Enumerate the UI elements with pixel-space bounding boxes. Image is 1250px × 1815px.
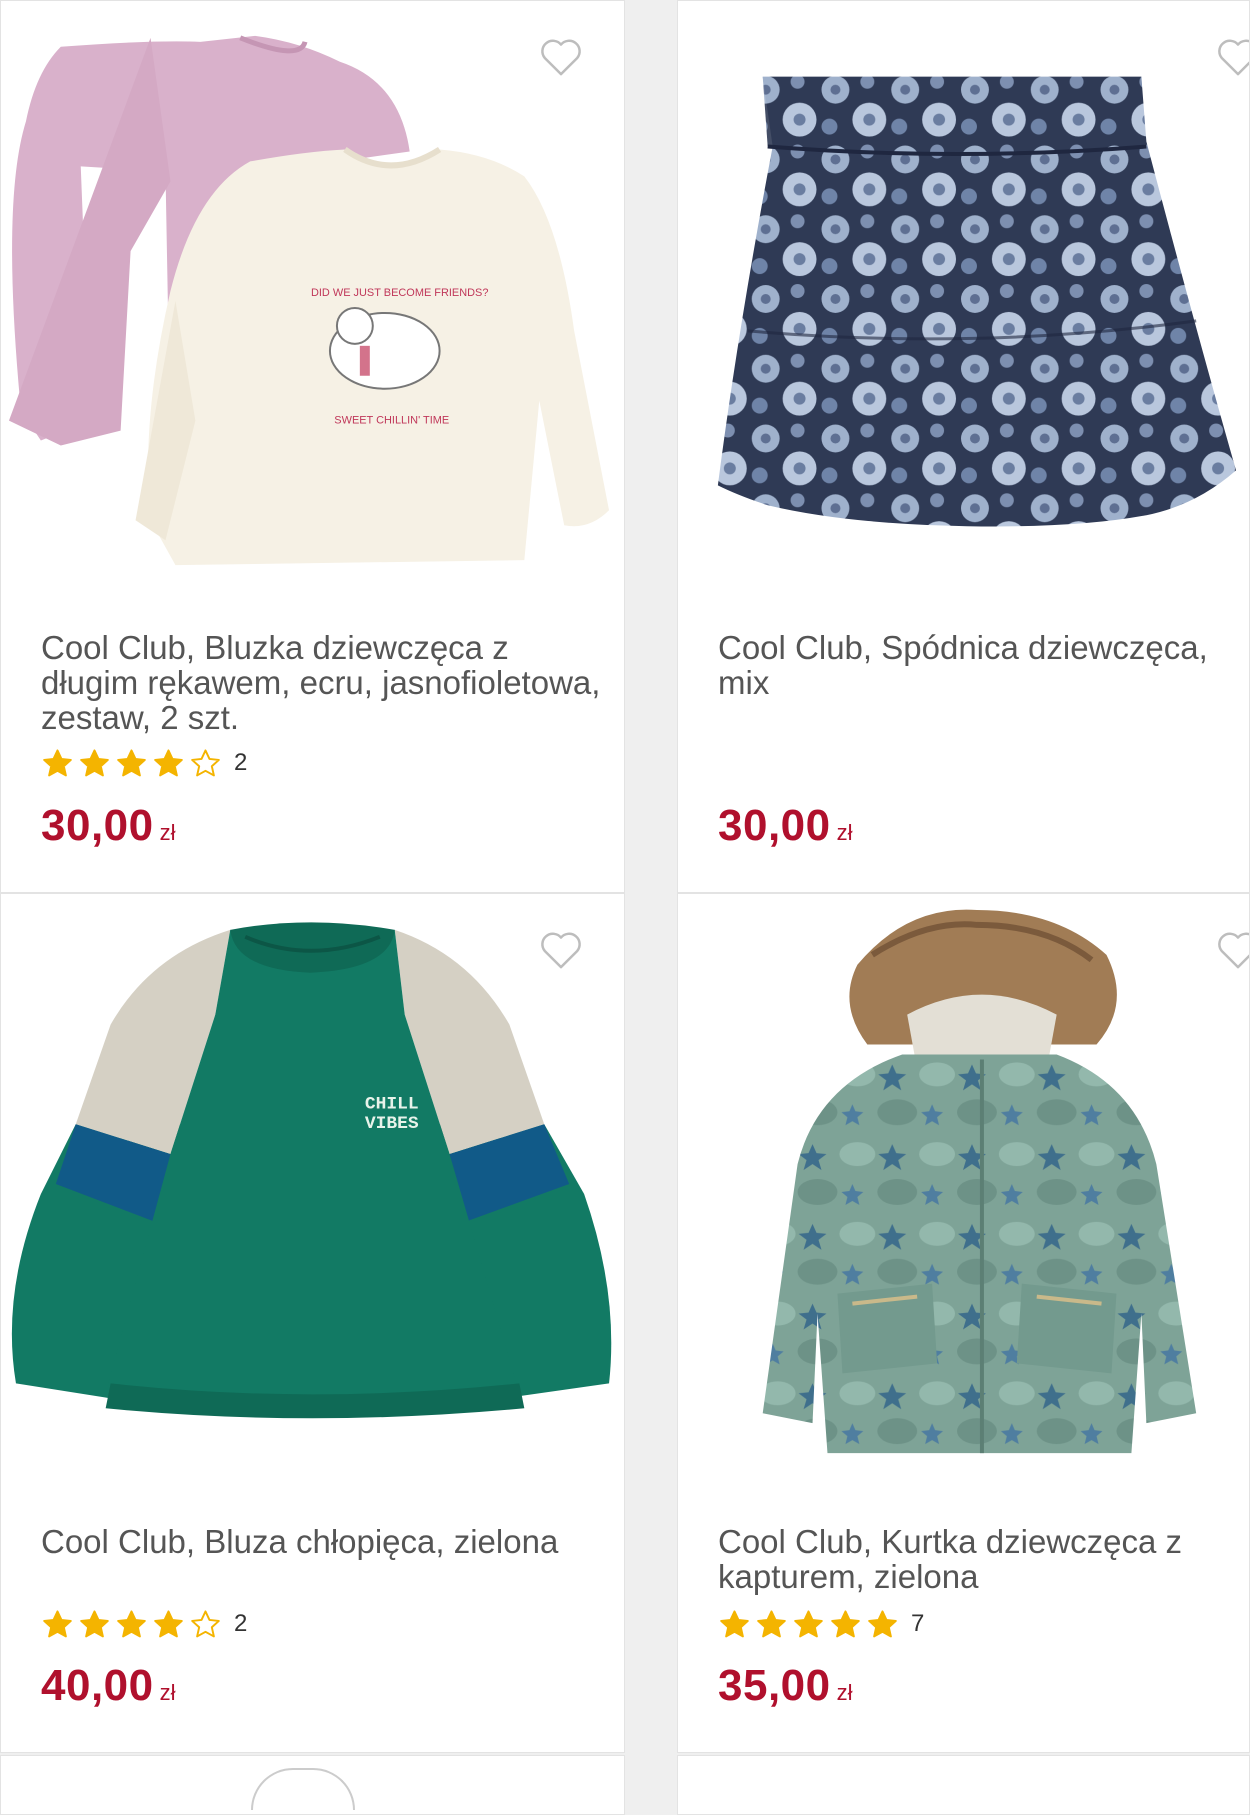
product-image[interactable]: CHILL VIBES — [1, 894, 624, 1484]
product-price: 30,00 zł — [718, 801, 853, 851]
product-card[interactable] — [0, 1755, 625, 1815]
price-currency: zł — [159, 820, 176, 845]
product-image[interactable] — [678, 894, 1249, 1484]
product-title[interactable]: Cool Club, Bluzka dziewczęca z długim rę… — [41, 630, 604, 735]
product-card[interactable]: DID WE JUST BECOME FRIENDS? SWEET CHILLI… — [0, 0, 625, 893]
star-filled-icon — [794, 1609, 823, 1637]
star-filled-icon — [154, 1609, 183, 1637]
star-empty-icon — [191, 748, 220, 776]
product-image[interactable] — [678, 1, 1249, 591]
product-price: 40,00 zł — [41, 1661, 176, 1711]
price-currency: zł — [159, 1680, 176, 1705]
star-filled-icon — [720, 1609, 749, 1637]
star-filled-icon — [117, 1609, 146, 1637]
price-amount: 30,00 — [41, 801, 154, 850]
review-count: 2 — [234, 749, 248, 776]
star-filled-icon — [43, 748, 72, 776]
star-filled-icon — [80, 748, 109, 776]
shirt-print-top: DID WE JUST BECOME FRIENDS? — [311, 287, 489, 299]
sweatshirt-print-line2: VIBES — [365, 1114, 419, 1134]
price-amount: 30,00 — [718, 801, 831, 850]
sweatshirt-print-line1: CHILL — [365, 1094, 419, 1114]
price-amount: 40,00 — [41, 1661, 154, 1710]
product-title[interactable]: Cool Club, Kurtka dziewczęca z kapturem,… — [718, 1524, 1229, 1594]
product-price: 35,00 zł — [718, 1661, 853, 1711]
price-currency: zł — [836, 1680, 853, 1705]
product-card[interactable]: Cool Club, Kurtka dziewczęca z kapturem,… — [677, 893, 1250, 1753]
product-rating: 2 — [41, 1608, 247, 1640]
favorite-heart-icon[interactable] — [535, 31, 587, 83]
product-rating: 7 — [718, 1608, 924, 1640]
favorite-heart-icon[interactable] — [1212, 924, 1249, 976]
star-filled-icon — [80, 1609, 109, 1637]
star-filled-icon — [154, 748, 183, 776]
star-empty-icon — [191, 1609, 220, 1637]
product-card[interactable]: Cool Club, Spódnica dziewczęca, mix 30,0… — [677, 0, 1250, 893]
star-filled-icon — [831, 1609, 860, 1637]
star-filled-icon — [117, 748, 146, 776]
product-image[interactable] — [251, 1768, 355, 1810]
review-count: 2 — [234, 1610, 248, 1637]
product-rating: 2 — [41, 747, 247, 779]
star-filled-icon — [868, 1609, 897, 1637]
product-card[interactable] — [677, 1755, 1250, 1815]
favorite-heart-icon[interactable] — [535, 924, 587, 976]
product-title[interactable]: Cool Club, Spódnica dziewczęca, mix — [718, 630, 1229, 700]
star-filled-icon — [757, 1609, 786, 1637]
product-title[interactable]: Cool Club, Bluza chłopięca, zielona — [41, 1524, 604, 1559]
review-count: 7 — [911, 1610, 925, 1637]
product-image[interactable]: DID WE JUST BECOME FRIENDS? SWEET CHILLI… — [1, 1, 624, 591]
product-card[interactable]: CHILL VIBES Cool Club, Bluza chłopięca, … — [0, 893, 625, 1753]
favorite-heart-icon[interactable] — [1212, 31, 1249, 83]
product-price: 30,00 zł — [41, 801, 176, 851]
star-filled-icon — [43, 1609, 72, 1637]
shirt-print-bottom: SWEET CHILLIN' TIME — [334, 415, 449, 427]
price-amount: 35,00 — [718, 1661, 831, 1710]
price-currency: zł — [836, 820, 853, 845]
